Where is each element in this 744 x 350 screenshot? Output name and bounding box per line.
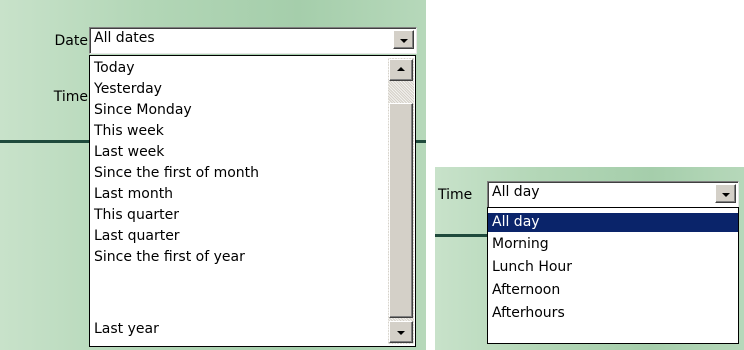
list-item[interactable]: This quarter (90, 206, 179, 225)
date-dropdown-button[interactable] (393, 30, 414, 49)
list-item[interactable]: Last month (90, 185, 173, 204)
list-item[interactable]: Since the first of year (90, 248, 245, 267)
scroll-thumb[interactable] (389, 103, 413, 318)
list-item-selected[interactable]: All day (488, 213, 738, 232)
list-item[interactable]: This week (90, 122, 164, 141)
time-select-value: All day (492, 184, 540, 200)
list-item[interactable]: Today (90, 59, 135, 78)
list-item[interactable]: Morning (488, 235, 549, 254)
date-options-list: Today Yesterday Since Monday This week L… (89, 55, 416, 347)
divider-line (0, 140, 92, 143)
scroll-down-button[interactable] (389, 321, 413, 343)
list-item[interactable]: Last year (90, 320, 159, 339)
list-item[interactable]: Afterhours (488, 304, 565, 323)
date-select-value: All dates (94, 30, 155, 46)
list-item[interactable]: Last week (90, 143, 164, 162)
list-item[interactable]: Last quarter (90, 227, 180, 246)
chevron-down-icon (721, 192, 730, 197)
time-dropdown-button[interactable] (715, 184, 736, 203)
scroll-down-arrow-icon (397, 331, 405, 335)
divider-line (435, 234, 490, 237)
list-item[interactable]: Lunch Hour (488, 258, 572, 277)
time-label: Time (438, 187, 473, 203)
scroll-up-arrow-icon (397, 67, 405, 71)
time-options-list: All day Morning Lunch Hour Afternoon Aft… (487, 207, 739, 344)
time-filter-panel: Time All day All day Morning Lunch Hour … (435, 167, 744, 350)
scroll-up-button[interactable] (389, 59, 413, 81)
chevron-down-icon (399, 38, 408, 43)
date-filter-panel: Date Time All dates Today Yesterday Sinc… (0, 0, 426, 350)
date-select[interactable]: All dates (89, 27, 417, 54)
list-item[interactable]: Since Monday (90, 101, 192, 120)
list-item[interactable]: Afternoon (488, 281, 560, 300)
list-item[interactable]: Yesterday (90, 80, 162, 99)
date-label: Date (54, 33, 88, 49)
time-select[interactable]: All day (487, 181, 739, 208)
time-label: Time (53, 89, 88, 105)
list-item[interactable]: Since the first of month (90, 164, 259, 183)
date-list-scrollbar[interactable] (388, 58, 414, 344)
